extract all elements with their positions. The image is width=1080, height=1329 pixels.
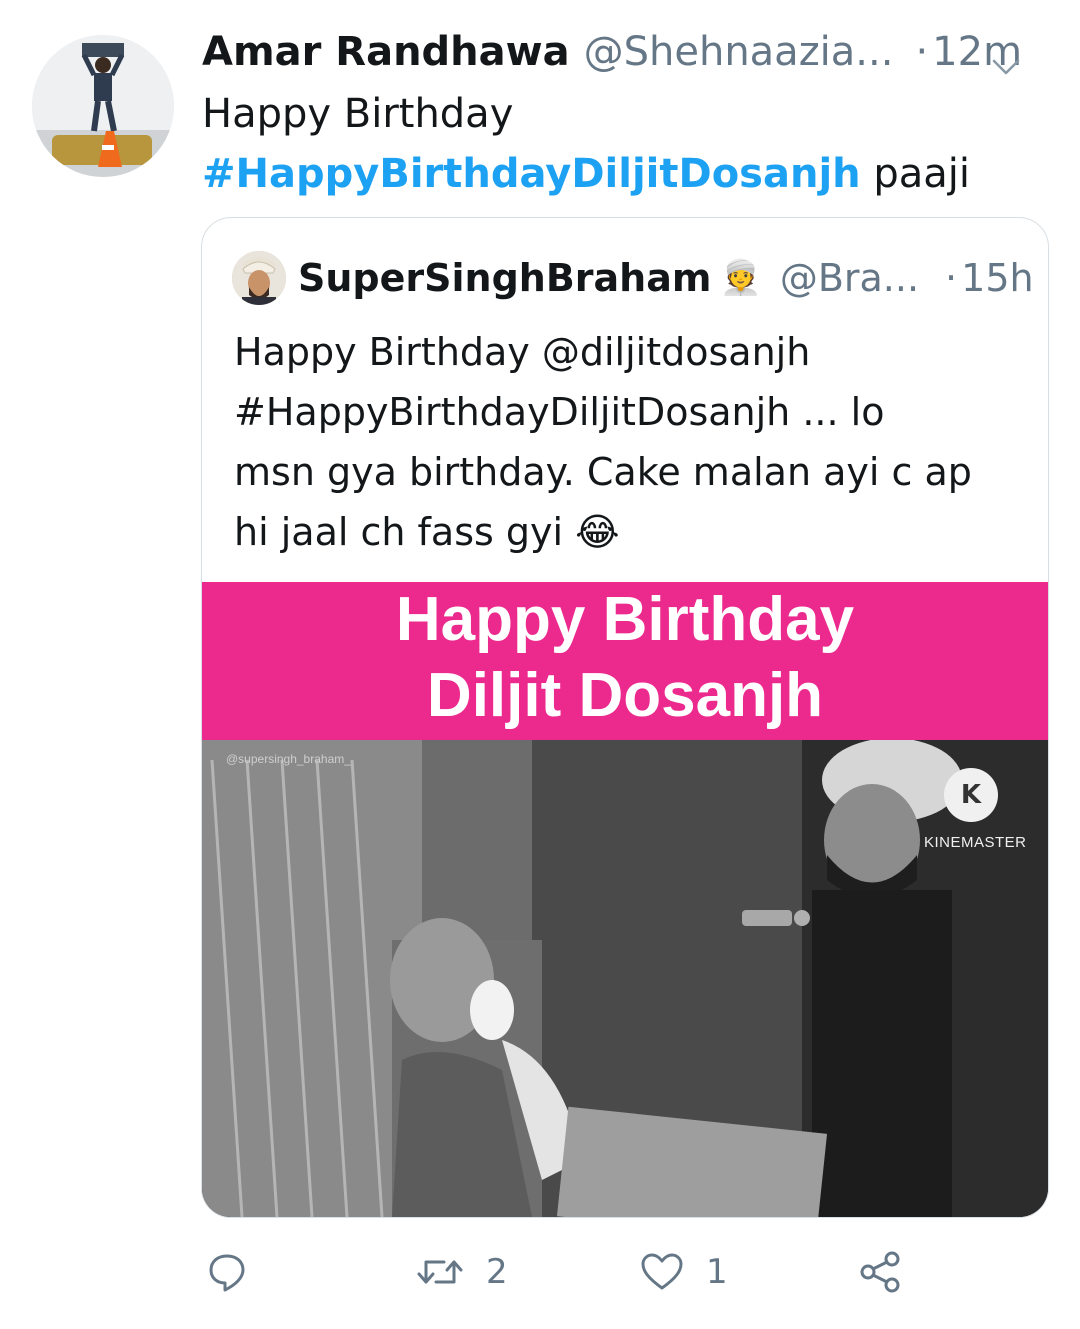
retweet-button[interactable]: 2 — [416, 1245, 508, 1299]
tweet-text-line: #HappyBirthdayDiljitDosanjh paaji — [202, 144, 970, 204]
action-bar: 2 1 — [0, 1245, 1080, 1299]
quoted-text-line: hi jaal ch fass gyi 😂 — [234, 510, 620, 554]
share-button[interactable] — [858, 1245, 902, 1299]
tweet-text: Happy Birthday #HappyBirthdayDiljitDosan… — [202, 84, 970, 204]
reply-icon — [205, 1250, 249, 1294]
video-frame-image — [202, 740, 1048, 1217]
author-name[interactable]: Amar Randhawa — [202, 22, 570, 82]
separator-dot: · — [915, 29, 929, 75]
birthday-banner: Happy Birthday Diljit Dosanjh — [202, 582, 1048, 740]
reply-button[interactable] — [205, 1245, 249, 1299]
quoted-text-line: msn gya birthday. Cake malan ayi c ap — [234, 450, 972, 494]
quoted-text-line: Happy Birthday @diljitdosanjh — [234, 330, 811, 374]
author-handle[interactable]: @Shehnaazia... — [584, 22, 894, 82]
banner-line-1: Happy Birthday — [395, 585, 855, 654]
hashtag-link[interactable]: #HappyBirthdayDiljitDosanjh — [202, 151, 861, 197]
tweet-text-line: Happy Birthday — [202, 91, 514, 137]
tweet-text-tail: paaji — [860, 151, 970, 197]
turban-emoji: 👳 — [719, 258, 762, 298]
quoted-author-handle[interactable]: @Bra... — [780, 256, 919, 300]
quoted-text-line: #HappyBirthdayDiljitDosanjh ... lo — [234, 390, 885, 434]
quoted-tweet-text: Happy Birthday @diljitdosanjh #HappyBirt… — [234, 322, 1024, 562]
separator-dot: · — [945, 256, 958, 300]
share-icon — [858, 1250, 902, 1294]
quoted-author-avatar[interactable] — [232, 251, 286, 305]
quoted-tweet-header: SuperSinghBraham 👳 @Bra... · 15h — [232, 248, 1034, 308]
tweet[interactable]: Amar Randhawa @Shehnaazia... · 12m Happy… — [0, 0, 1080, 1329]
kinemaster-label: KINEMASTER — [924, 834, 1027, 851]
quoted-tweet[interactable]: SuperSinghBraham 👳 @Bra... · 15h Happy B… — [201, 217, 1049, 1218]
kinemaster-logo-icon: K — [944, 768, 998, 822]
retweet-icon — [416, 1252, 464, 1292]
like-count: 1 — [706, 1252, 728, 1292]
author-avatar[interactable] — [32, 35, 174, 177]
like-button[interactable]: 1 — [640, 1245, 728, 1299]
heart-icon — [640, 1252, 684, 1292]
tweet-header: Amar Randhawa @Shehnaazia... · 12m — [202, 22, 1062, 82]
quoted-tweet-timestamp[interactable]: 15h — [961, 256, 1033, 300]
video-media[interactable]: Happy Birthday Diljit Dosanjh @supersing… — [202, 582, 1048, 1217]
quoted-author-name[interactable]: SuperSinghBraham — [298, 256, 711, 300]
chevron-down-icon[interactable] — [990, 38, 1022, 75]
retweet-count: 2 — [486, 1252, 508, 1292]
watermark-text: @supersingh_braham_ — [226, 752, 351, 766]
banner-line-2: Diljit Dosanjh — [426, 661, 824, 730]
